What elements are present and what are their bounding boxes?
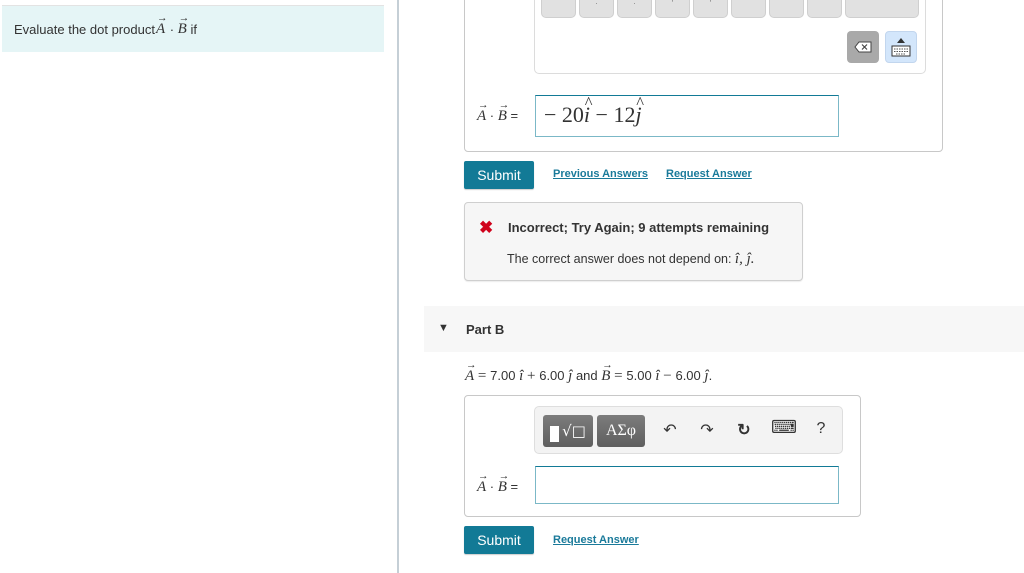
a-x-value: 7.00: [490, 368, 516, 383]
answer-label-b: A · B =: [477, 471, 518, 496]
keyboard-collapse-icon: [891, 38, 911, 57]
request-answer-link[interactable]: Request Answer: [666, 168, 752, 180]
vector-a: A: [477, 471, 489, 496]
right-pane: · · ' ' A · B =: [399, 0, 1024, 573]
part-b-submit-button[interactable]: Submit: [464, 526, 534, 554]
template-box-icon: [550, 426, 560, 442]
b-y-value: 6.00: [675, 368, 701, 383]
vector-b: B: [498, 100, 510, 125]
part-b-answer-input[interactable]: [535, 466, 839, 504]
vector-a: A: [465, 360, 477, 385]
part-b-title: Part B: [466, 322, 505, 337]
part-a-answer-input[interactable]: − 20i − 12j: [535, 93, 839, 137]
answer-label-a: A · B =: [477, 100, 518, 125]
part-b-answer-card: √□ ΑΣφ ↶ ↷ ↻ ⌨ ? A · B =: [464, 395, 861, 517]
redo-icon[interactable]: ↷: [696, 420, 718, 440]
backspace-button[interactable]: [847, 31, 879, 63]
keyboard-key[interactable]: ·: [579, 0, 614, 18]
incorrect-x-icon: ✖: [479, 218, 494, 237]
a-y-value: 6.00: [539, 368, 565, 383]
root-template-icon: √□: [562, 422, 586, 440]
part-b-given: A = 7.00 î + 6.00 ĵ and B = 5.00 î − 6.0…: [465, 360, 713, 385]
vector-a: A: [156, 13, 168, 38]
minus-sign: −: [659, 368, 676, 384]
keyboard-key[interactable]: ': [693, 0, 728, 18]
keyboard-key[interactable]: ': [655, 0, 690, 18]
keyboard-key[interactable]: [769, 0, 804, 18]
vector-b: B: [178, 13, 190, 38]
keyboard-key[interactable]: [807, 0, 842, 18]
equals-sign: =: [474, 368, 491, 384]
j-hat: j: [635, 93, 644, 128]
templates-button[interactable]: √□: [543, 415, 593, 447]
b-x-value: 5.00: [626, 368, 652, 383]
prompt-text: Evaluate the dot product: [14, 21, 155, 37]
feedback-box: ✖ Incorrect; Try Again; 9 attempts remai…: [464, 202, 803, 281]
feedback-message: The correct answer does not depend on: î…: [507, 251, 755, 268]
greek-symbols-button[interactable]: ΑΣφ: [597, 415, 645, 447]
equals-sign: =: [610, 368, 627, 384]
vector-b: B: [498, 471, 510, 496]
feedback-message-text: The correct answer does not depend on:: [507, 252, 735, 266]
part-a-submit-button[interactable]: Submit: [464, 161, 534, 189]
and-text: and: [572, 368, 602, 383]
reset-icon[interactable]: ↻: [733, 420, 755, 440]
previous-answers-link[interactable]: Previous Answers: [553, 168, 648, 180]
answer-term: − 20: [544, 102, 584, 127]
answer-value: − 20i − 12j: [544, 93, 644, 128]
keyboard-key[interactable]: [541, 0, 576, 18]
problem-prompt: Evaluate the dot product A · B if: [2, 5, 384, 52]
part-b-header[interactable]: ▼ Part B: [424, 306, 1024, 352]
collapse-triangle-icon[interactable]: ▼: [438, 322, 449, 334]
math-toolbar: √□ ΑΣφ ↶ ↷ ↻ ⌨ ?: [534, 406, 843, 454]
keyboard-key[interactable]: [731, 0, 766, 18]
collapse-keyboard-button[interactable]: [885, 31, 917, 63]
dot-symbol: ·: [166, 21, 178, 37]
request-answer-link[interactable]: Request Answer: [553, 534, 639, 546]
vector-a: A: [477, 100, 489, 125]
plus-sign: +: [523, 368, 540, 384]
undo-icon[interactable]: ↶: [659, 420, 681, 440]
left-pane: Evaluate the dot product A · B if: [0, 0, 397, 573]
answer-term: − 12: [590, 102, 636, 127]
period: .: [708, 368, 713, 383]
i-hat: i: [584, 93, 593, 128]
keyboard-key-wide[interactable]: [845, 0, 919, 18]
math-keyboard-panel: · · ' ': [534, 0, 926, 74]
part-a-answer-card: · · ' ' A · B =: [464, 0, 943, 152]
vector-b: B: [601, 360, 613, 385]
feedback-title: Incorrect; Try Again; 9 attempts remaini…: [508, 220, 770, 235]
keyboard-key[interactable]: ·: [617, 0, 652, 18]
feedback-vars: î, ĵ.: [734, 251, 755, 267]
help-icon[interactable]: ?: [810, 420, 832, 438]
backspace-icon: [854, 41, 872, 53]
keyboard-icon[interactable]: ⌨: [771, 417, 797, 438]
